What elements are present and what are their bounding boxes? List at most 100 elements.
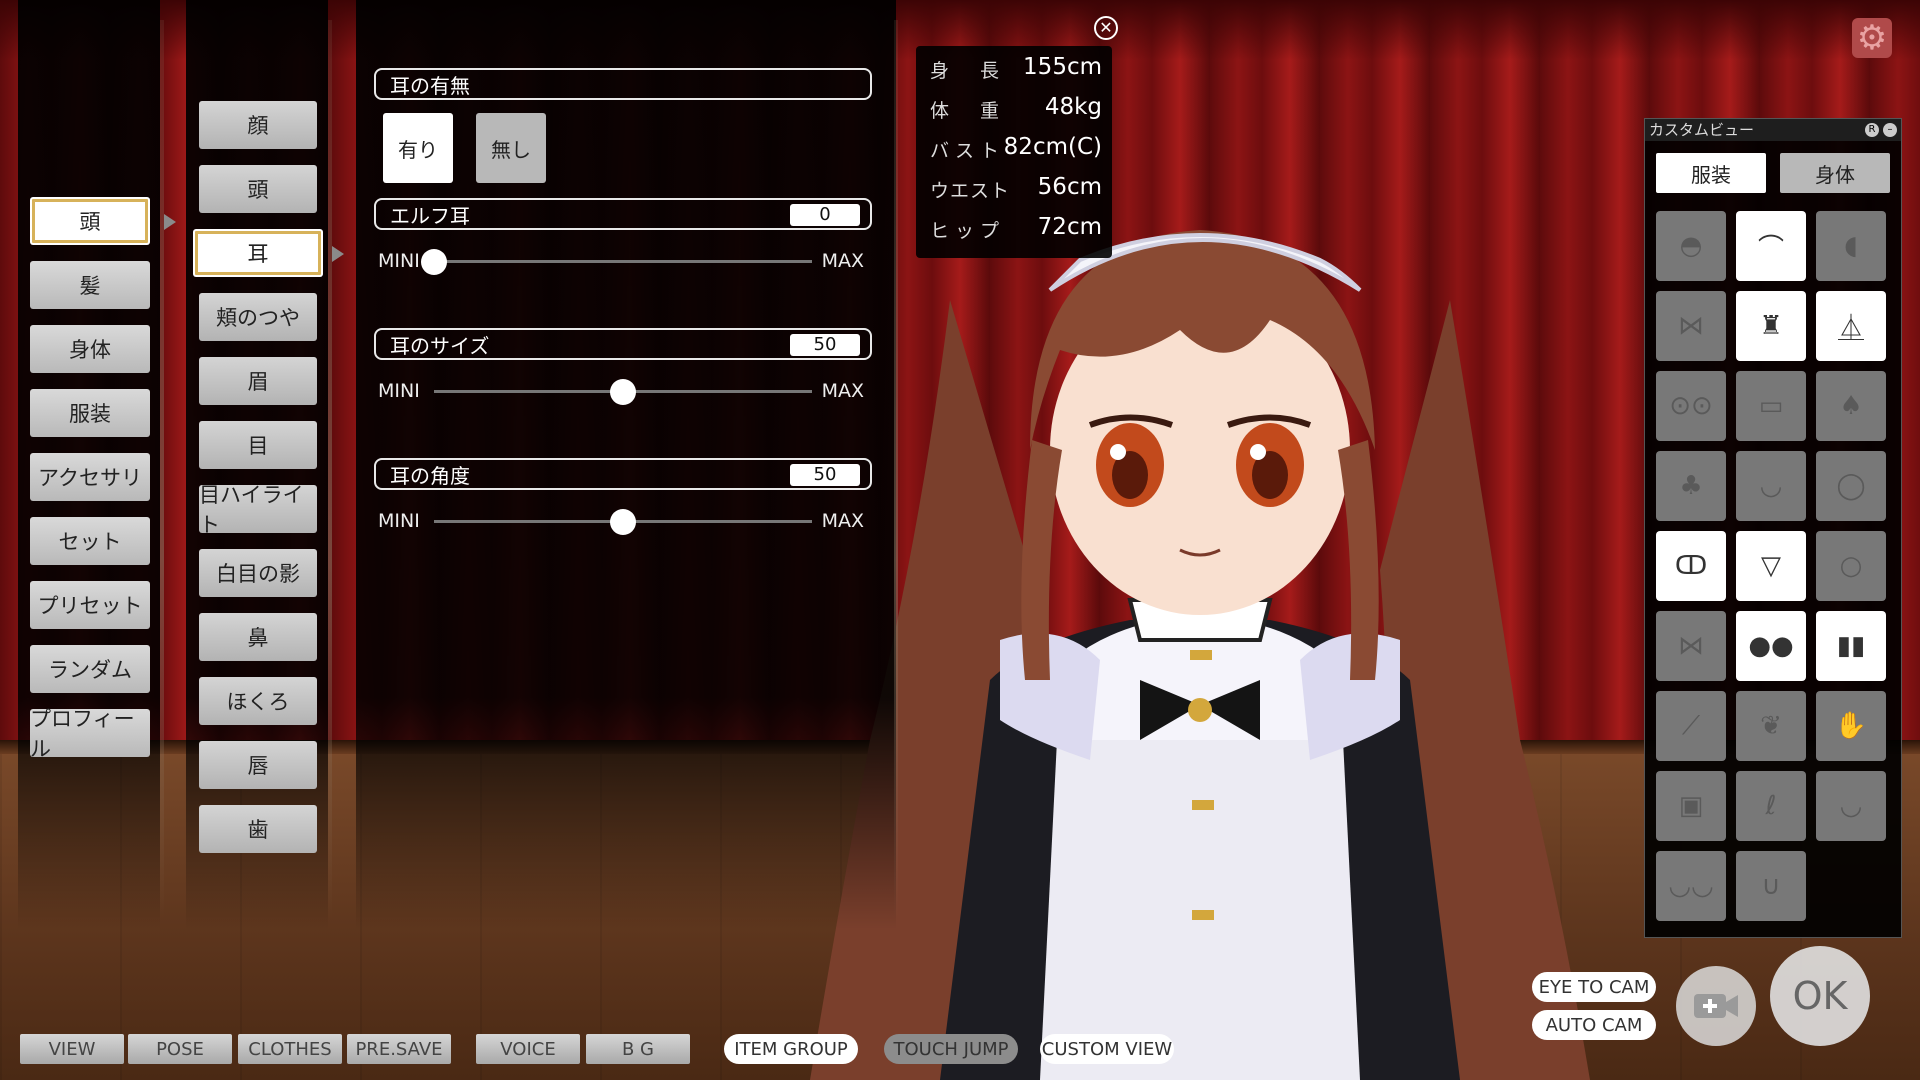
subcategory-nose[interactable]: 鼻 xyxy=(199,613,317,661)
collar-glyph: ◯ xyxy=(1836,471,1866,501)
eye-to-cam-button[interactable]: EYE TO CAM xyxy=(1532,972,1656,1002)
ear-size-slider[interactable]: MINI MAX xyxy=(378,376,874,406)
category-body[interactable]: 身体 xyxy=(30,325,150,373)
category-random[interactable]: ランダム xyxy=(30,645,150,693)
socks-icon[interactable]: ▮▮ xyxy=(1816,611,1886,681)
ear-angle-label: 耳の角度 xyxy=(390,463,470,488)
slider-thumb[interactable] xyxy=(610,509,636,535)
item-group-button[interactable]: ITEM GROUP xyxy=(724,1034,858,1064)
custom-view-title: カスタムビュー xyxy=(1645,119,1901,141)
gear-icon[interactable]: ⚙ xyxy=(1852,18,1892,58)
ribbon-icon[interactable]: ⋈ xyxy=(1656,291,1726,361)
piercing-icon[interactable]: ◡◡ xyxy=(1656,851,1726,921)
panel-divider xyxy=(160,20,164,920)
ear-angle-slider[interactable]: MINI MAX xyxy=(378,506,874,536)
slider-min-label: MINI xyxy=(378,250,420,272)
subcategory-teeth[interactable]: 歯 xyxy=(199,805,317,853)
skirt-icon[interactable]: ⏅ xyxy=(1816,291,1886,361)
ear-size-header: 耳のサイズ 50 xyxy=(374,328,872,360)
ear-size-label: 耳のサイズ xyxy=(390,333,490,358)
arm-icon[interactable]: ⟋ xyxy=(1656,691,1726,761)
ring-icon[interactable]: ○ xyxy=(1816,531,1886,601)
subcategory-eyebrow[interactable]: 眉 xyxy=(199,357,317,405)
voice-button[interactable]: VOICE xyxy=(476,1034,580,1064)
maid-top-icon[interactable]: ♜ xyxy=(1736,291,1806,361)
tail-icon[interactable]: ℓ xyxy=(1736,771,1806,841)
slider-thumb[interactable] xyxy=(421,249,447,275)
tab-clothes[interactable]: 服装 xyxy=(1656,153,1766,193)
bg-button[interactable]: B G xyxy=(586,1034,690,1064)
piercing-glyph: ◡◡ xyxy=(1668,871,1714,901)
elf-ear-value-input[interactable]: 0 xyxy=(790,204,860,226)
subcategory-sclera-shadow[interactable]: 白目の影 xyxy=(199,549,317,597)
stat-bust: バスト 82cm(C) xyxy=(930,132,1102,164)
category-profile[interactable]: プロフィール xyxy=(30,707,150,761)
subcategory-face[interactable]: 顔 xyxy=(199,101,317,149)
necklace-icon[interactable]: ◡ xyxy=(1816,771,1886,841)
ear-size-value-input[interactable]: 50 xyxy=(790,334,860,356)
subcategory-ear[interactable]: 耳 xyxy=(193,229,323,277)
gloves-icon[interactable]: ✋ xyxy=(1816,691,1886,761)
close-stats-icon[interactable]: ✕ xyxy=(1094,16,1118,40)
headband-icon[interactable]: ⌒ xyxy=(1736,211,1806,281)
minimize-icon[interactable]: – xyxy=(1883,123,1897,137)
earring-glyph: ◡ xyxy=(1759,471,1783,501)
category-clothes[interactable]: 服装 xyxy=(30,389,150,437)
subcategory-eye[interactable]: 目 xyxy=(199,421,317,469)
view-button[interactable]: VIEW xyxy=(20,1034,124,1064)
subcategory-cheek-gloss[interactable]: 頬のつや xyxy=(199,293,317,341)
stat-label: 体 重 xyxy=(930,100,1006,122)
custom-view-button[interactable]: CUSTOM VIEW xyxy=(1040,1034,1174,1064)
hook-icon[interactable]: ∪ xyxy=(1736,851,1806,921)
slider-track[interactable] xyxy=(434,260,812,263)
subcategory-mole[interactable]: ほくろ xyxy=(199,677,317,725)
category-preset[interactable]: プリセット xyxy=(30,581,150,629)
category-head[interactable]: 頭 xyxy=(30,197,150,245)
panel-divider xyxy=(894,20,898,920)
mask-glyph: ▭ xyxy=(1758,391,1784,421)
tab-body[interactable]: 身体 xyxy=(1780,153,1890,193)
bra-icon[interactable]: ↀ xyxy=(1656,531,1726,601)
subcategory-lips[interactable]: 唇 xyxy=(199,741,317,789)
swimsuit-icon[interactable]: ♣ xyxy=(1656,451,1726,521)
ear-angle-value-input[interactable]: 50 xyxy=(790,464,860,486)
earring-icon[interactable]: ◡ xyxy=(1736,451,1806,521)
touch-jump-button[interactable]: TOUCH JUMP xyxy=(884,1034,1018,1064)
bowtie-icon[interactable]: ⋈ xyxy=(1656,611,1726,681)
wings-icon[interactable]: ❦ xyxy=(1736,691,1806,761)
slider-thumb[interactable] xyxy=(610,379,636,405)
swimsuit-glyph: ♣ xyxy=(1679,471,1703,501)
ear-angle-header: 耳の角度 50 xyxy=(374,458,872,490)
belt-icon[interactable]: ▣ xyxy=(1656,771,1726,841)
panel-divider xyxy=(328,20,332,920)
pose-button[interactable]: POSE xyxy=(128,1034,232,1064)
ok-button[interactable]: OK xyxy=(1770,946,1870,1046)
glasses-icon[interactable]: ⊙⊙ xyxy=(1656,371,1726,441)
hat-icon[interactable]: ◓ xyxy=(1656,211,1726,281)
ear-presence-yes-button[interactable]: 有り xyxy=(383,113,453,183)
panties-icon[interactable]: ▽ xyxy=(1736,531,1806,601)
mask-icon[interactable]: ▭ xyxy=(1736,371,1806,441)
reset-icon[interactable]: R xyxy=(1865,123,1879,137)
slider-min-label: MINI xyxy=(378,380,420,402)
collar-icon[interactable]: ◯ xyxy=(1816,451,1886,521)
category-set[interactable]: セット xyxy=(30,517,150,565)
dress-icon[interactable]: ♠ xyxy=(1816,371,1886,441)
shoes-icon[interactable]: ●● xyxy=(1736,611,1806,681)
camera-add-button[interactable] xyxy=(1676,966,1756,1046)
elf-ear-slider[interactable]: MINI MAX xyxy=(378,246,874,276)
category-accessory[interactable]: アクセサリ xyxy=(30,453,150,501)
slider-max-label: MAX xyxy=(821,250,864,272)
dress-glyph: ♠ xyxy=(1839,391,1863,421)
bowtie-glyph: ⋈ xyxy=(1678,631,1704,661)
category-hair[interactable]: 髪 xyxy=(30,261,150,309)
bra-glyph: ↀ xyxy=(1674,551,1708,581)
presave-button[interactable]: PRE.SAVE xyxy=(347,1034,451,1064)
stat-height: 身 長 155cm xyxy=(930,52,1102,84)
hair-icon[interactable]: ◖ xyxy=(1816,211,1886,281)
auto-cam-button[interactable]: AUTO CAM xyxy=(1532,1010,1656,1040)
clothes-button[interactable]: CLOTHES xyxy=(238,1034,342,1064)
subcategory-eye-highlight[interactable]: 目ハイライト xyxy=(199,483,317,537)
ear-presence-no-button[interactable]: 無し xyxy=(476,113,546,183)
subcategory-head[interactable]: 頭 xyxy=(199,165,317,213)
